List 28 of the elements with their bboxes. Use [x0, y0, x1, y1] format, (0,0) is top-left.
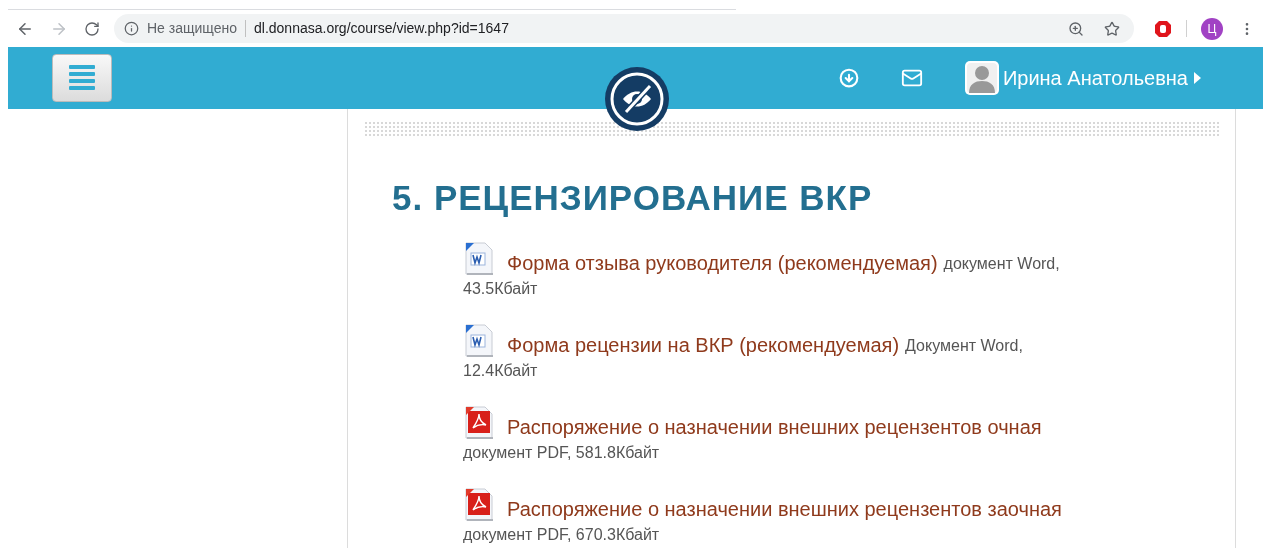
eye-slash-logo-icon[interactable]: [604, 66, 670, 133]
pdf-document-icon: [463, 488, 495, 522]
user-avatar-icon[interactable]: [964, 60, 999, 95]
resource-link[interactable]: Распоряжение о назначении внешних рецензентов очная: [507, 414, 1042, 440]
file-info: 12.4Кбайт: [463, 361, 539, 381]
word-document-icon: [463, 242, 495, 276]
section-title: 5. РЕЦЕНЗИРОВАНИЕ ВКР: [392, 176, 874, 219]
resource-link[interactable]: Распоряжение о назначении внешних рецензентов заочная: [507, 496, 1062, 522]
file-info: документ PDF, 670.3Кбайт: [463, 525, 661, 545]
stop-hand-icon[interactable]: [1154, 19, 1172, 38]
reload-icon[interactable]: [84, 20, 100, 37]
file-info: документ Word,: [943, 254, 1060, 274]
address-bar[interactable]: Не защищено dl.donnasa.org/course/view.php?id=1647: [114, 14, 1134, 44]
file-info: 43.5Кбайт: [463, 279, 539, 299]
resource-link[interactable]: Форма отзыва руководителя (рекомендуемая): [507, 250, 938, 276]
profile-avatar[interactable]: Ц: [1201, 17, 1223, 40]
file-info: документ PDF, 581.8Кбайт: [463, 443, 661, 463]
resource-link[interactable]: Форма рецензии на ВКР (рекомендуемая): [507, 332, 900, 358]
word-document-icon: [463, 324, 495, 358]
security-label: Не защищено: [147, 19, 237, 39]
pdf-document-icon: [463, 406, 495, 440]
bookmark-star-icon[interactable]: [1104, 20, 1120, 37]
zoom-icon[interactable]: [1068, 20, 1084, 37]
download-icon[interactable]: [838, 67, 859, 88]
info-icon[interactable]: [124, 21, 139, 37]
url-text: dl.donnasa.org/course/view.php?id=1647: [254, 19, 509, 39]
caret-icon: [1194, 71, 1201, 84]
file-info: Документ Word,: [905, 336, 1023, 356]
